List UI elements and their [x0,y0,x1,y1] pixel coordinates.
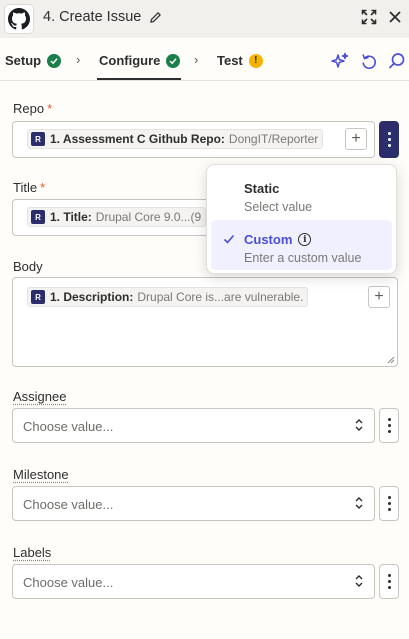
assignee-options-button[interactable] [379,408,399,443]
warning-icon: ! [248,53,263,68]
close-icon[interactable] [388,9,402,25]
labels-label: Labels [13,545,52,560]
github-logo-icon [4,4,34,34]
checkmark-icon [223,234,235,244]
chevron-right-icon: › [76,52,81,67]
repo-options-button[interactable] [379,121,399,158]
tab-setup-label: Setup [5,53,42,68]
repo-field[interactable]: R 1. Assessment C Github Repo: DongIT/Re… [12,121,375,158]
required-marker: * [40,180,46,195]
tab-configure[interactable]: Configure [99,53,181,68]
step-title: 4. Create Issue [43,9,142,25]
body-label: Body [13,259,43,274]
edit-pencil-icon[interactable] [149,11,162,24]
reporter-app-icon: R [31,210,45,224]
assignee-select[interactable]: Choose value... [12,408,375,443]
search-icon[interactable] [388,52,406,70]
body-label-text: Body [13,259,43,274]
menu-option-subtitle: Select value [244,200,313,214]
pill-value: Drupal Core 9.0...(9 [95,210,202,224]
body-mapped-pill[interactable]: R 1. Description: Drupal Core is...are v… [27,287,309,307]
tab-configure-label: Configure [99,53,161,68]
tab-test[interactable]: Test ! [217,53,263,68]
repo-mapped-pill[interactable]: R 1. Assessment C Github Repo: DongIT/Re… [27,129,324,149]
chevron-up-down-icon [355,497,363,509]
sparkle-icon[interactable] [331,52,349,70]
labels-options-button[interactable] [379,564,399,599]
menu-option-title: Custom i [244,232,312,247]
repo-label: Repo * [13,101,52,116]
pill-key: 1. Assessment C Github Repo: [50,132,225,146]
pill-key: 1. Description: [50,290,134,304]
milestone-select[interactable]: Choose value... [12,486,375,521]
repo-label-text: Repo [13,101,45,116]
tab-test-label: Test [217,53,243,68]
info-icon[interactable]: i [298,233,312,246]
chevron-right-icon: › [194,52,199,67]
reporter-app-icon: R [31,290,45,304]
title-label: Title * [13,180,45,195]
insert-data-button[interactable]: + [345,128,367,150]
check-circle-icon [47,53,62,68]
title-label-text: Title [13,180,38,195]
pill-value: DongIT/Reporter [228,132,319,146]
required-marker: * [47,101,53,116]
check-circle-icon [166,53,181,68]
field-mode-menu: Static Select value Custom i Enter a cus… [206,164,397,274]
step-header: 4. Create Issue [0,0,409,38]
plus-icon: + [374,288,384,305]
pill-key: 1. Title: [50,210,92,224]
title-mapped-pill[interactable]: R 1. Title: Drupal Core 9.0...(9 [27,207,207,227]
pill-value: Drupal Core is...are vulnerable. [137,290,304,304]
menu-option-title: Static [244,181,280,196]
menu-option-custom[interactable]: Custom i Enter a custom value [211,220,392,270]
undo-icon[interactable] [360,52,378,70]
menu-option-title-text: Custom [244,232,293,247]
tab-setup[interactable]: Setup [5,53,62,68]
insert-data-button[interactable]: + [368,286,390,308]
milestone-options-button[interactable] [379,486,399,521]
body-field[interactable]: R 1. Description: Drupal Core is...are v… [12,277,398,367]
chevron-up-down-icon [355,575,363,587]
labels-select[interactable]: Choose value... [12,564,375,599]
milestone-label: Milestone [13,467,69,482]
assignee-placeholder: Choose value... [23,419,114,434]
expand-icon[interactable] [361,9,377,25]
menu-option-subtitle: Enter a custom value [244,251,362,265]
reporter-app-icon: R [31,132,45,146]
assignee-label: Assignee [13,389,67,404]
active-tab-indicator [97,78,181,80]
resize-handle-icon[interactable] [387,356,395,364]
milestone-placeholder: Choose value... [23,497,114,512]
menu-option-static[interactable]: Static Select value [211,169,392,219]
chevron-up-down-icon [355,419,363,431]
labels-placeholder: Choose value... [23,575,114,590]
plus-icon: + [351,130,361,147]
